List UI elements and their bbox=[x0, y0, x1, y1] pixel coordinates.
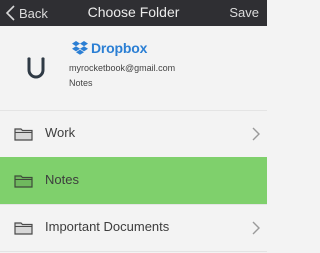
navbar: Back Choose Folder Save bbox=[0, 0, 267, 26]
folder-row-work[interactable]: Work bbox=[0, 110, 267, 157]
folder-icon bbox=[14, 128, 33, 141]
folder-icon bbox=[14, 222, 33, 235]
provider-name: Dropbox bbox=[91, 40, 148, 56]
list-divider bbox=[0, 251, 267, 252]
chevron-right-icon bbox=[252, 127, 260, 141]
dropbox-brand: Dropbox bbox=[72, 40, 147, 56]
page-title: Choose Folder bbox=[87, 4, 180, 20]
folder-label: Work bbox=[45, 125, 76, 140]
choose-folder-screen: Back Choose Folder Save Dropbox myrocket… bbox=[0, 0, 267, 253]
folder-list: Work Notes Important Documents bbox=[0, 110, 267, 252]
account-header: Dropbox myrocketbook@gmail.com Notes bbox=[0, 26, 267, 110]
folder-label: Important Documents bbox=[45, 219, 170, 234]
folder-row-important-documents[interactable]: Important Documents bbox=[0, 204, 267, 251]
folder-label: Notes bbox=[45, 172, 79, 187]
folder-icon bbox=[14, 175, 33, 188]
horseshoe-icon bbox=[27, 57, 45, 79]
dropbox-logo-icon bbox=[72, 41, 88, 55]
account-email: myrocketbook@gmail.com bbox=[69, 63, 176, 73]
chevron-right-icon bbox=[252, 221, 260, 235]
folder-row-notes[interactable]: Notes bbox=[0, 157, 267, 204]
account-folder: Notes bbox=[69, 78, 93, 88]
save-button[interactable]: Save bbox=[229, 5, 259, 20]
